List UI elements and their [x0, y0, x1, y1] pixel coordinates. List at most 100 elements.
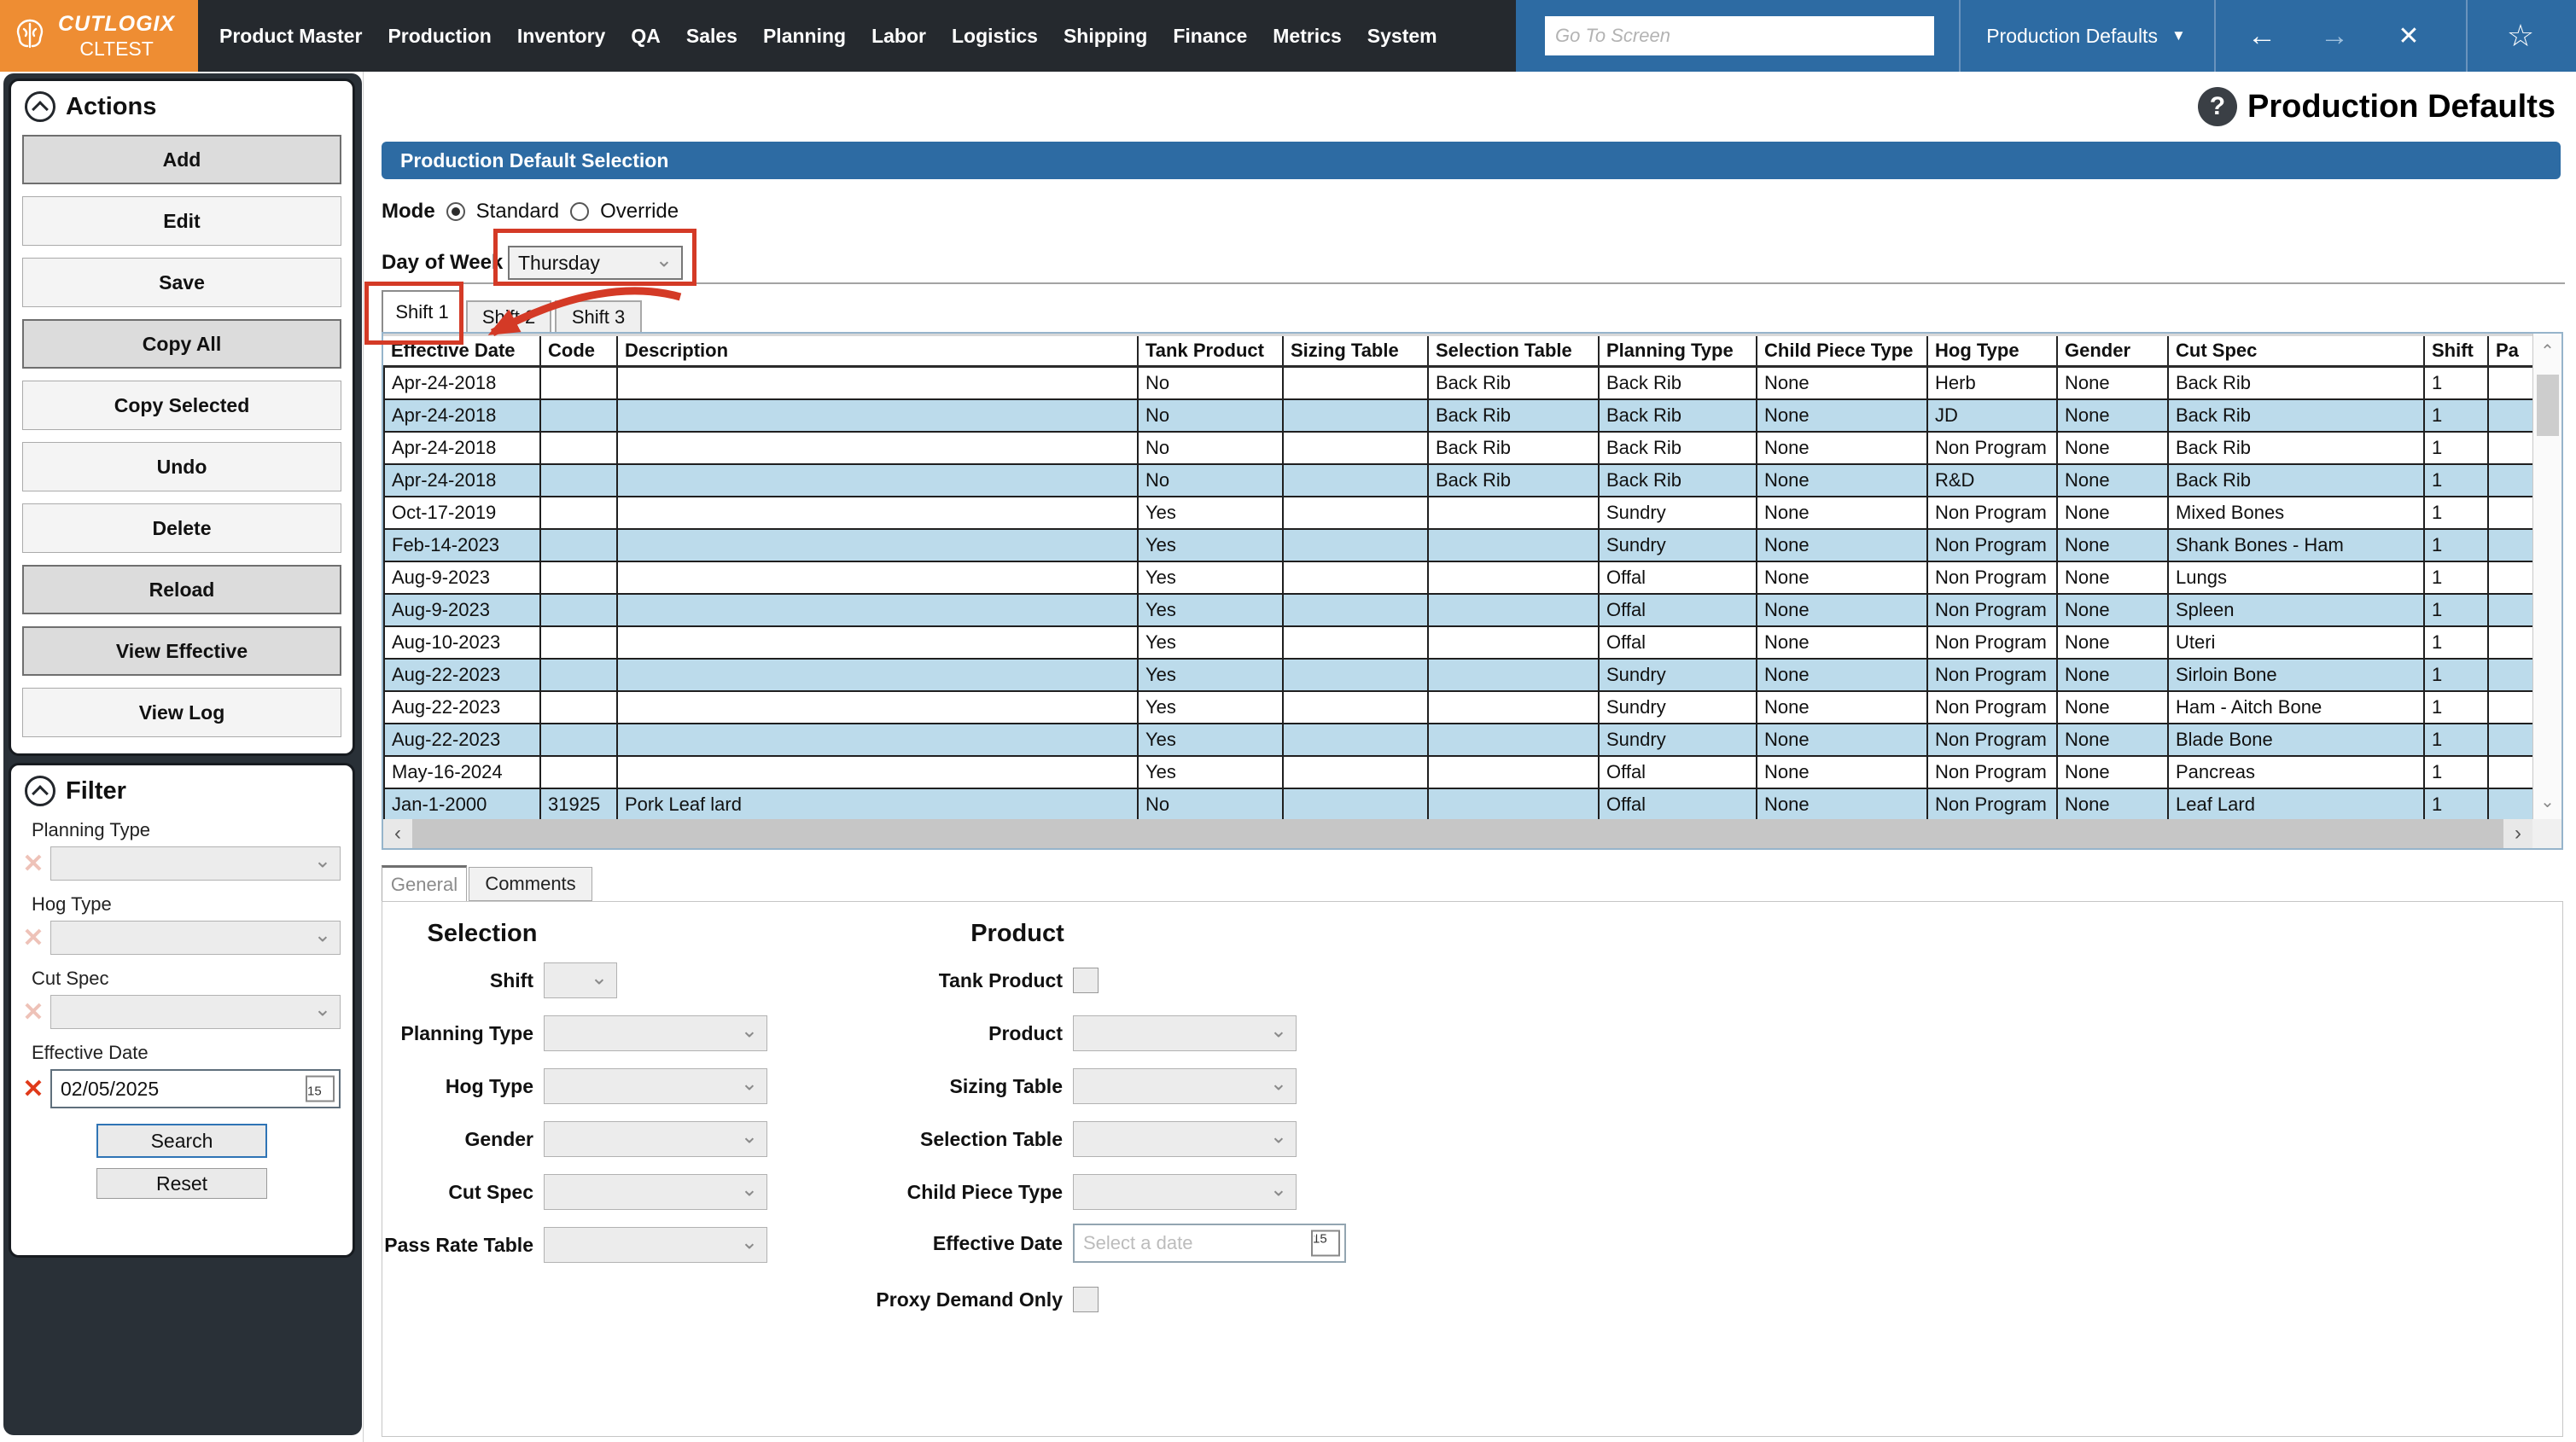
table-cell[interactable] [1428, 788, 1599, 821]
table-cell[interactable]: Leaf Lard [2168, 788, 2424, 821]
table-cell[interactable]: Apr-24-2018 [384, 432, 540, 464]
column-header-selection-table[interactable]: Selection Table [1428, 336, 1599, 367]
table-row[interactable]: May-16-2024YesOffalNoneNon ProgramNonePa… [384, 756, 2533, 788]
menu-item-system[interactable]: System [1355, 25, 1450, 48]
scroll-right-icon[interactable]: › [2503, 819, 2532, 848]
gender-select[interactable]: ⌄ [544, 1121, 767, 1157]
table-cell[interactable] [1283, 399, 1428, 432]
table-row[interactable]: Apr-24-2018NoBack RibBack RibNoneNon Pro… [384, 432, 2533, 464]
table-cell[interactable]: Blade Bone [2168, 724, 2424, 756]
table-cell[interactable]: R&D [1927, 464, 2057, 497]
effective-date-date-input[interactable]: Select a date15 [1073, 1224, 1346, 1263]
table-cell[interactable] [1428, 724, 1599, 756]
table-cell[interactable]: Sundry [1599, 529, 1757, 561]
table-cell[interactable] [2488, 724, 2533, 756]
menu-item-sales[interactable]: Sales [673, 25, 750, 48]
table-cell[interactable]: 1 [2424, 432, 2488, 464]
table-cell[interactable]: Offal [1599, 756, 1757, 788]
vertical-scroll-thumb[interactable] [2537, 375, 2559, 436]
table-cell[interactable] [540, 691, 617, 724]
table-cell[interactable] [617, 691, 1138, 724]
table-cell[interactable]: 1 [2424, 399, 2488, 432]
sizing-table-select[interactable]: ⌄ [1073, 1068, 1297, 1104]
table-cell[interactable] [1428, 594, 1599, 626]
pass-rate-table-select[interactable]: ⌄ [544, 1227, 767, 1263]
copy-selected-button[interactable]: Copy Selected [22, 381, 341, 430]
table-cell[interactable]: Back Rib [1599, 464, 1757, 497]
table-cell[interactable]: 31925 [540, 788, 617, 821]
table-cell[interactable]: None [2057, 529, 2168, 561]
menu-item-production[interactable]: Production [375, 25, 504, 48]
table-cell[interactable]: Non Program [1927, 756, 2057, 788]
table-cell[interactable]: Sundry [1599, 659, 1757, 691]
menu-item-shipping[interactable]: Shipping [1051, 25, 1160, 48]
reload-button[interactable]: Reload [22, 565, 341, 614]
tank-product-checkbox[interactable] [1073, 968, 1099, 993]
table-cell[interactable]: Sundry [1599, 724, 1757, 756]
table-cell[interactable]: None [2057, 464, 2168, 497]
table-cell[interactable] [617, 756, 1138, 788]
table-cell[interactable] [2488, 399, 2533, 432]
planning-type-select[interactable]: ⌄ [544, 1015, 767, 1051]
table-cell[interactable]: Non Program [1927, 788, 2057, 821]
table-cell[interactable]: None [2057, 659, 2168, 691]
product-select[interactable]: ⌄ [1073, 1015, 1297, 1051]
shift-select[interactable]: ⌄ [544, 962, 617, 998]
table-cell[interactable]: Non Program [1927, 529, 2057, 561]
delete-button[interactable]: Delete [22, 503, 341, 553]
table-row[interactable]: Aug-22-2023YesSundryNoneNon ProgramNoneB… [384, 724, 2533, 756]
table-cell[interactable]: Oct-17-2019 [384, 497, 540, 529]
table-cell[interactable] [2488, 691, 2533, 724]
copy-all-button[interactable]: Copy All [22, 319, 341, 369]
table-cell[interactable] [2488, 432, 2533, 464]
table-cell[interactable]: Non Program [1927, 724, 2057, 756]
column-header-hog-type[interactable]: Hog Type [1927, 336, 2057, 367]
table-cell[interactable]: Back Rib [2168, 367, 2424, 400]
column-header-pa[interactable]: Pa [2488, 336, 2533, 367]
table-cell[interactable]: Aug-22-2023 [384, 691, 540, 724]
menu-item-planning[interactable]: Planning [750, 25, 859, 48]
table-row[interactable]: Aug-10-2023YesOffalNoneNon ProgramNoneUt… [384, 626, 2533, 659]
search-button[interactable]: Search [96, 1124, 267, 1158]
table-row[interactable]: Apr-24-2018NoBack RibBack RibNoneR&DNone… [384, 464, 2533, 497]
table-cell[interactable] [2488, 756, 2533, 788]
table-row[interactable]: Aug-22-2023YesSundryNoneNon ProgramNoneS… [384, 659, 2533, 691]
table-cell[interactable]: 1 [2424, 529, 2488, 561]
vertical-scrollbar[interactable]: ⌃ ⌄ [2532, 334, 2561, 819]
proxy-demand-only-checkbox[interactable] [1073, 1287, 1099, 1312]
clear-date-icon[interactable]: ✕ [16, 1074, 50, 1104]
table-cell[interactable]: None [1757, 497, 1927, 529]
table-cell[interactable]: Yes [1138, 594, 1283, 626]
table-cell[interactable]: None [2057, 756, 2168, 788]
table-cell[interactable]: None [1757, 724, 1927, 756]
table-cell[interactable]: Offal [1599, 788, 1757, 821]
clear-filter-icon[interactable]: ✕ [16, 997, 50, 1027]
table-cell[interactable]: Spleen [2168, 594, 2424, 626]
hog-type-select[interactable]: ⌄ [544, 1068, 767, 1104]
edit-button[interactable]: Edit [22, 196, 341, 246]
tab-comments[interactable]: Comments [469, 867, 592, 901]
table-cell[interactable] [2488, 529, 2533, 561]
table-cell[interactable]: Non Program [1927, 497, 2057, 529]
table-cell[interactable] [617, 724, 1138, 756]
table-cell[interactable]: Aug-9-2023 [384, 594, 540, 626]
table-cell[interactable]: Yes [1138, 529, 1283, 561]
table-cell[interactable]: 1 [2424, 626, 2488, 659]
column-header-sizing-table[interactable]: Sizing Table [1283, 336, 1428, 367]
table-cell[interactable]: Sundry [1599, 691, 1757, 724]
table-cell[interactable] [540, 561, 617, 594]
table-cell[interactable]: Pork Leaf lard [617, 788, 1138, 821]
table-row[interactable]: Aug-9-2023YesOffalNoneNon ProgramNoneLun… [384, 561, 2533, 594]
menu-item-inventory[interactable]: Inventory [504, 25, 619, 48]
reset-button[interactable]: Reset [96, 1168, 267, 1199]
table-cell[interactable]: 1 [2424, 594, 2488, 626]
table-cell[interactable]: Offal [1599, 561, 1757, 594]
add-button[interactable]: Add [22, 135, 341, 184]
screen-selector-dropdown[interactable]: Production Defaults ▼ [1960, 0, 2212, 72]
calendar-icon[interactable]: 15 [1311, 1230, 1340, 1257]
table-cell[interactable] [617, 464, 1138, 497]
table-cell[interactable]: May-16-2024 [384, 756, 540, 788]
table-cell[interactable]: No [1138, 464, 1283, 497]
table-cell[interactable]: Shank Bones - Ham [2168, 529, 2424, 561]
hog-type-filter-select[interactable]: ⌄ [50, 921, 341, 955]
